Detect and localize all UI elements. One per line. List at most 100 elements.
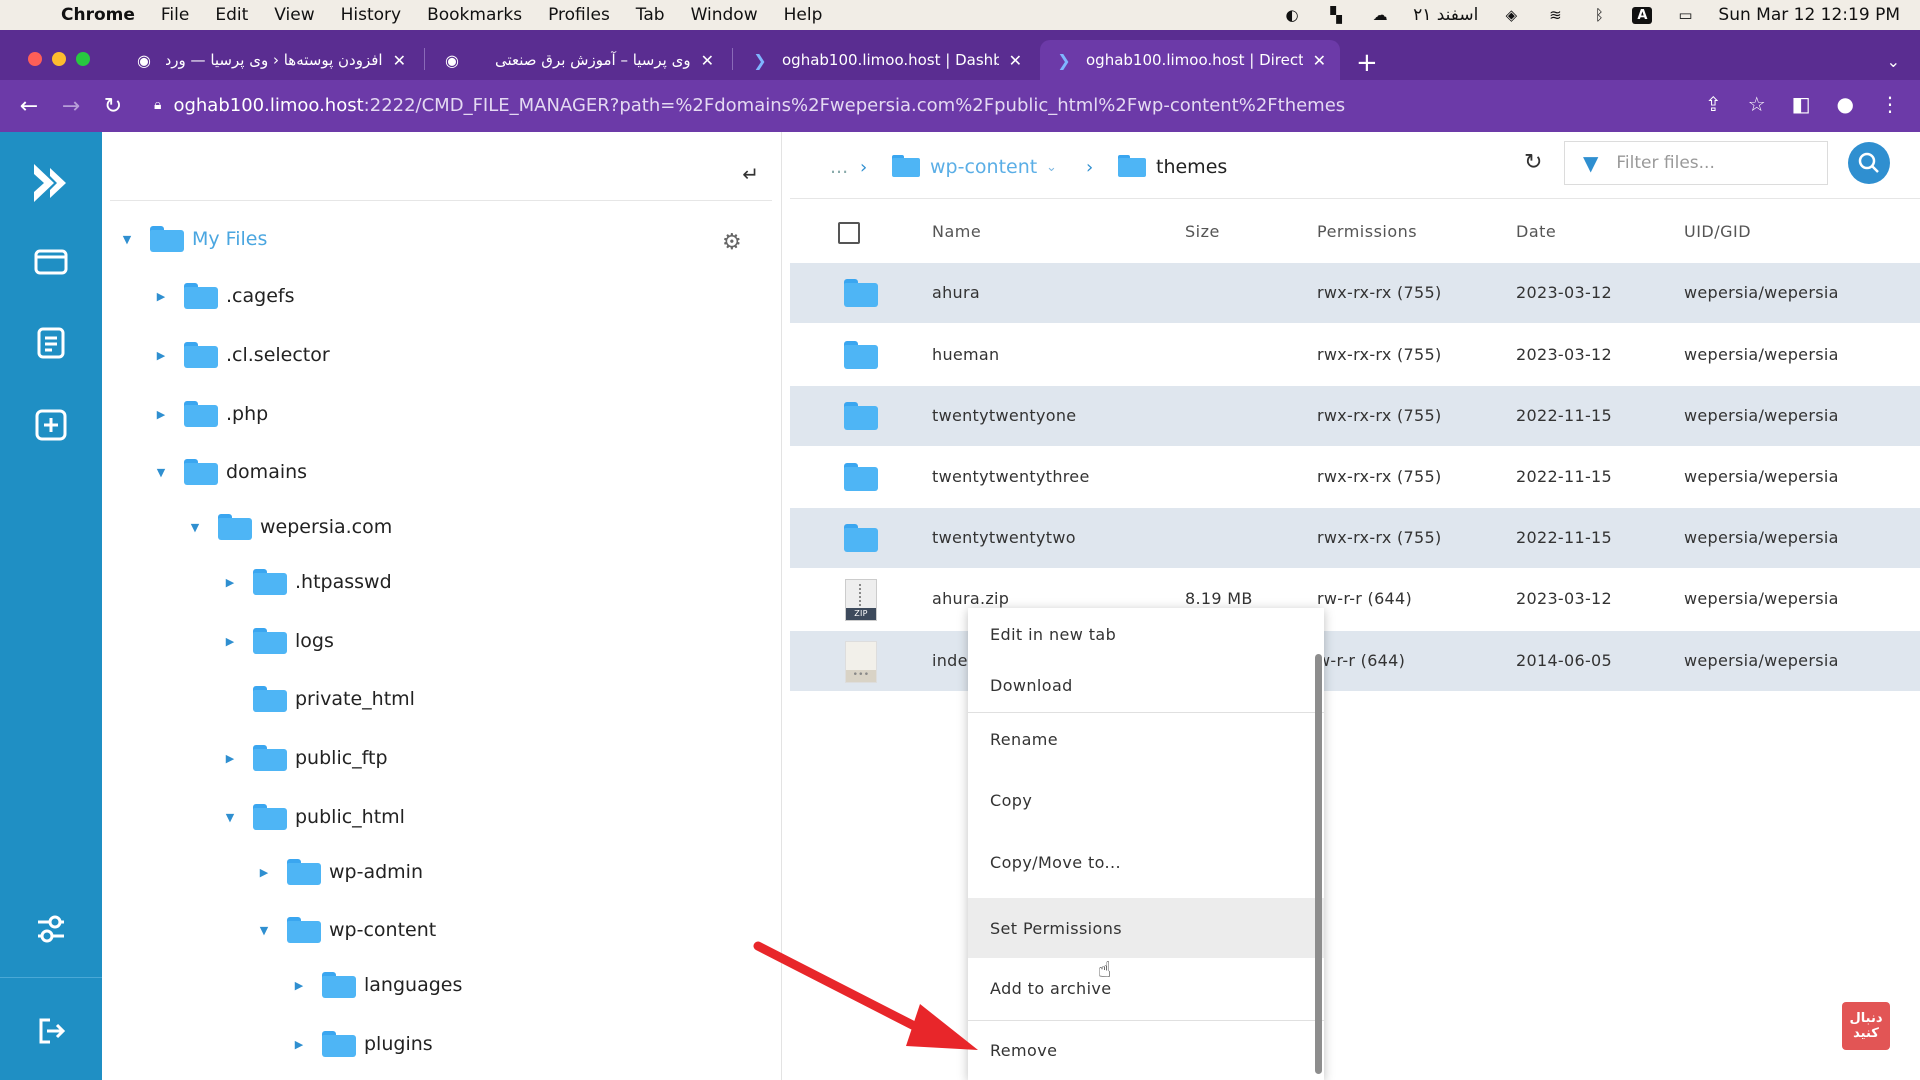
vpn-icon[interactable]: ◐: [1281, 6, 1303, 24]
file-manager-icon[interactable]: [30, 240, 72, 282]
menu-window[interactable]: Window: [678, 5, 771, 25]
menu-scrollbar[interactable]: [1315, 654, 1322, 1074]
tree-node[interactable]: ▶ plugins: [290, 1024, 433, 1064]
tree-node[interactable]: ▶ wp-admin: [255, 852, 423, 892]
table-row[interactable]: hueman rwx-rx-rx (755) 2023-03-12 wepers…: [790, 325, 1920, 385]
menu-item-remove[interactable]: Remove: [968, 1022, 1324, 1078]
tree-node[interactable]: ▶ .cl.selector: [152, 335, 330, 375]
col-size[interactable]: Size: [1185, 222, 1220, 241]
table-row[interactable]: ••• inde w-r-r (644) 2014-06-05 wepersia…: [790, 631, 1920, 691]
reload-icon[interactable]: ↻: [92, 94, 134, 119]
menu-file[interactable]: File: [148, 5, 202, 25]
close-tab-icon[interactable]: ✕: [1009, 51, 1022, 70]
new-tab-button[interactable]: +: [1356, 48, 1378, 78]
col-uid[interactable]: UID/GID: [1684, 222, 1751, 241]
collapse-panel-icon[interactable]: ↵: [742, 162, 759, 186]
menu-view[interactable]: View: [261, 5, 327, 25]
url-field[interactable]: 🔒︎ oghab100.limoo.host:2222/CMD_FILE_MAN…: [146, 84, 1736, 126]
file-name[interactable]: ahura.zip: [932, 589, 1009, 608]
tab-search-chevron-icon[interactable]: ⌄: [1887, 52, 1900, 71]
file-name[interactable]: ahura: [932, 283, 980, 302]
file-name[interactable]: twentytwentythree: [932, 467, 1090, 486]
col-permissions[interactable]: Permissions: [1317, 222, 1417, 241]
menu-item-add-to-archive[interactable]: Add to archive: [968, 960, 1324, 1016]
collapsed-arrow-icon[interactable]: ▶: [152, 408, 170, 421]
share-icon[interactable]: ⇪: [1705, 92, 1722, 116]
creative-cloud-icon[interactable]: ☁: [1369, 6, 1391, 24]
menu-item-copy[interactable]: Copy: [968, 774, 1324, 826]
input-source-indicator[interactable]: A: [1632, 6, 1653, 24]
menu-item-edit-new-tab[interactable]: Edit in new tab: [968, 608, 1324, 660]
file-name[interactable]: twentytwentytwo: [932, 528, 1076, 547]
lock-icon[interactable]: 🔒︎: [154, 97, 161, 113]
tree-node[interactable]: ▶ .cagefs: [152, 276, 294, 316]
search-button[interactable]: [1848, 142, 1890, 184]
forward-arrow-icon[interactable]: →: [50, 94, 92, 119]
expanded-arrow-icon[interactable]: ▼: [118, 233, 136, 246]
close-tab-icon[interactable]: ✕: [701, 51, 714, 70]
menu-item-copy-move[interactable]: Copy/Move to...: [968, 836, 1324, 888]
tab-3[interactable]: ❯ oghab100.limoo.host | Dashbo ✕: [736, 40, 1036, 80]
collapsed-arrow-icon[interactable]: ▶: [290, 1038, 308, 1051]
breadcrumb-ellipsis[interactable]: ...: [830, 156, 848, 178]
tree-node[interactable]: ▶ logs: [221, 621, 334, 661]
table-row[interactable]: twentytwentyone rwx-rx-rx (755) 2022-11-…: [790, 386, 1920, 446]
dropbox-icon[interactable]: ◈: [1500, 6, 1522, 24]
collapsed-arrow-icon[interactable]: ▶: [221, 635, 239, 648]
table-row[interactable]: twentytwentytwo rwx-rx-rx (755) 2022-11-…: [790, 508, 1920, 568]
tree-node[interactable]: ▼ wepersia.com: [186, 507, 392, 547]
profile-avatar-icon[interactable]: ●: [1837, 92, 1854, 116]
refresh-icon[interactable]: ↻: [1524, 150, 1542, 175]
filter-files-input[interactable]: ▼ Filter files...: [1564, 141, 1828, 185]
editor-document-icon[interactable]: [30, 322, 72, 364]
file-name[interactable]: hueman: [932, 345, 999, 364]
expanded-arrow-icon[interactable]: ▼: [255, 924, 273, 937]
menu-item-set-permissions[interactable]: Set Permissions: [968, 898, 1324, 958]
file-name[interactable]: inde: [932, 651, 968, 670]
settings-sliders-icon[interactable]: [30, 908, 72, 950]
tab-4-active[interactable]: ❯ oghab100.limoo.host | DirectA ✕: [1040, 40, 1340, 80]
collapsed-arrow-icon[interactable]: ▶: [152, 349, 170, 362]
persian-date[interactable]: ۲۱ اسفند: [1413, 5, 1478, 25]
breadcrumb-parent[interactable]: wp-content: [930, 156, 1037, 178]
back-arrow-icon[interactable]: ←: [8, 94, 50, 119]
menu-edit[interactable]: Edit: [202, 5, 261, 25]
file-name[interactable]: twentytwentyone: [932, 406, 1076, 425]
tree-node[interactable]: ▶ languages: [290, 965, 462, 1005]
add-new-icon[interactable]: [30, 404, 72, 446]
bookmark-star-icon[interactable]: ☆: [1748, 92, 1766, 116]
chevron-down-icon[interactable]: ⌄: [1046, 160, 1057, 175]
tree-node[interactable]: ▶ .php: [152, 394, 268, 434]
close-tab-icon[interactable]: ✕: [393, 51, 406, 70]
select-all-checkbox[interactable]: [838, 222, 860, 244]
collapsed-arrow-icon[interactable]: ▶: [152, 290, 170, 303]
menu-help[interactable]: Help: [771, 5, 836, 25]
table-row[interactable]: ZIP ahura.zip 8.19 MB rw-r-r (644) 2023-…: [790, 569, 1920, 629]
tab-1[interactable]: ◉ افزودن پوسته‌ها ‹ وی پرسیا — وردپر ✕: [120, 40, 420, 80]
menu-bookmarks[interactable]: Bookmarks: [414, 5, 535, 25]
side-panel-icon[interactable]: ◧: [1792, 92, 1811, 116]
control-center-icon[interactable]: ▭: [1674, 6, 1696, 24]
menu-clock[interactable]: Sun Mar 12 12:19 PM: [1718, 5, 1900, 25]
expanded-arrow-icon[interactable]: ▼: [221, 811, 239, 824]
gear-icon[interactable]: ⚙: [722, 230, 742, 255]
menu-history[interactable]: History: [328, 5, 414, 25]
menu-tab[interactable]: Tab: [623, 5, 678, 25]
tree-node[interactable]: ▼ public_html: [221, 797, 405, 837]
expanded-arrow-icon[interactable]: ▼: [152, 466, 170, 479]
directadmin-logo-icon[interactable]: [26, 158, 76, 208]
zoom-window-button[interactable]: [76, 52, 90, 66]
close-window-button[interactable]: [28, 52, 42, 66]
more-menu-icon[interactable]: ⋮: [1880, 92, 1900, 116]
collapsed-arrow-icon[interactable]: ▶: [255, 866, 273, 879]
logout-icon[interactable]: [30, 1010, 72, 1052]
close-tab-icon[interactable]: ✕: [1313, 51, 1326, 70]
tree-root-my-files[interactable]: ▼ My Files: [118, 219, 267, 259]
col-date[interactable]: Date: [1516, 222, 1556, 241]
wifi-icon[interactable]: ≋: [1544, 6, 1566, 24]
table-row[interactable]: twentytwentythree rwx-rx-rx (755) 2022-1…: [790, 447, 1920, 507]
table-row[interactable]: ahura rwx-rx-rx (755) 2023-03-12 wepersi…: [790, 263, 1920, 323]
tree-node[interactable]: ▼ wp-content: [255, 910, 436, 950]
tree-node[interactable]: ▶ public_ftp: [221, 738, 388, 778]
tree-node[interactable]: ▶ .htpasswd: [221, 562, 392, 602]
